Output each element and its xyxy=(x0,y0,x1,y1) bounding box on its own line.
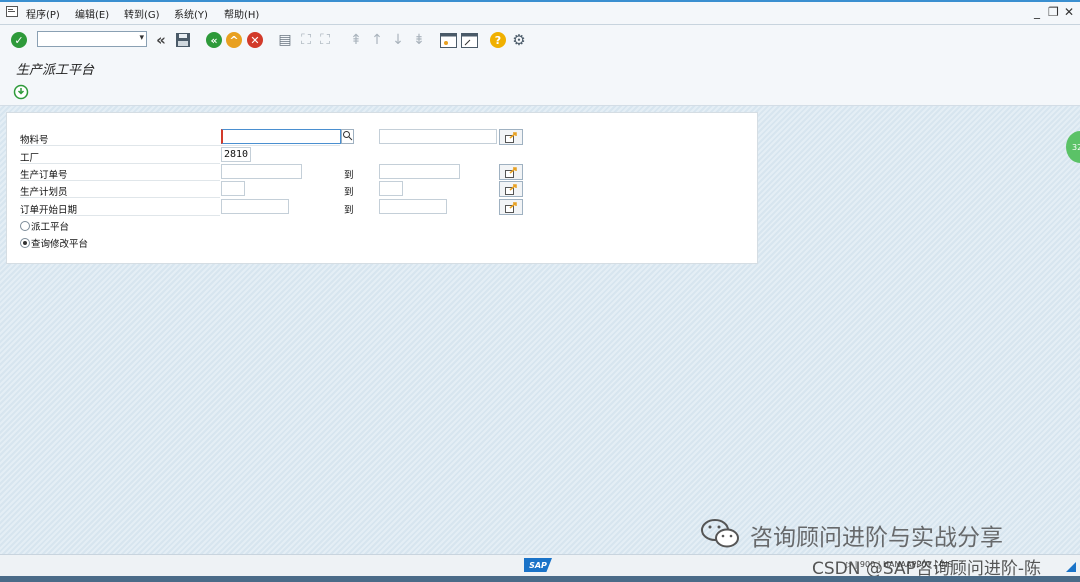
chevron-down-icon[interactable]: ▾ xyxy=(139,33,144,43)
floating-badge-count: 32 xyxy=(1072,142,1080,152)
start-date-from-input[interactable] xyxy=(221,199,289,214)
print-icon[interactable]: ▤ xyxy=(276,31,294,49)
settings-icon[interactable]: ⚙ xyxy=(510,31,528,49)
order-to-input[interactable] xyxy=(379,164,460,179)
order-label: 生产订单号 xyxy=(20,170,68,181)
query-platform-label: 查询修改平台 xyxy=(31,239,89,250)
watermark-text: 咨询顾问进阶与实战分享 xyxy=(750,525,1003,551)
prev-page-icon[interactable]: ↑ xyxy=(368,31,386,49)
row-divider xyxy=(20,145,340,146)
restore-icon[interactable]: ❐ xyxy=(1048,5,1059,19)
material-to-input[interactable] xyxy=(379,129,497,144)
content-area: 物料号 工厂 2810 生产订单号 到 生产计划员 到 订单开始日期 到 派工平… xyxy=(0,106,1080,554)
command-field[interactable]: ▾ xyxy=(37,31,147,47)
start-date-multiple-selection-button[interactable] xyxy=(499,199,523,215)
material-label: 物料号 xyxy=(20,135,49,146)
save-icon xyxy=(176,33,190,47)
start-date-to-label: 到 xyxy=(344,205,354,216)
query-platform-radio[interactable] xyxy=(20,238,30,248)
exit-button[interactable]: ^ xyxy=(225,31,243,49)
row-divider xyxy=(20,163,220,164)
os-taskbar xyxy=(0,576,1080,582)
multiple-selection-icon xyxy=(504,201,517,213)
back-double-icon[interactable]: « xyxy=(152,31,170,49)
shortcut-icon[interactable] xyxy=(460,31,478,49)
next-page-icon[interactable]: ↓ xyxy=(389,31,407,49)
last-page-icon[interactable]: ⇟ xyxy=(410,31,428,49)
planner-to-input[interactable] xyxy=(379,181,403,196)
sap-logo: SAP xyxy=(524,558,552,572)
window-menu-icon[interactable] xyxy=(6,6,18,17)
start-date-to-input[interactable] xyxy=(379,199,447,214)
material-multiple-selection-button[interactable] xyxy=(499,129,523,145)
find-next-icon[interactable]: ⛶ xyxy=(316,31,334,49)
cancel-button[interactable]: ✕ xyxy=(246,31,264,49)
exit-icon: ^ xyxy=(226,32,242,48)
minimize-icon[interactable]: _ xyxy=(1034,5,1040,19)
find-icon[interactable]: ⛶ xyxy=(297,31,315,49)
help-button[interactable]: ? xyxy=(489,31,507,49)
enter-button[interactable]: ✓ xyxy=(10,31,28,49)
new-session-icon[interactable] xyxy=(439,31,457,49)
check-icon: ✓ xyxy=(11,32,27,48)
planner-label: 生产计划员 xyxy=(20,187,68,198)
search-icon xyxy=(343,131,353,141)
planner-multiple-selection-button[interactable] xyxy=(499,181,523,197)
order-from-input[interactable] xyxy=(221,164,302,179)
planner-from-input[interactable] xyxy=(221,181,245,196)
close-icon[interactable]: ✕ xyxy=(1064,5,1074,19)
resize-grip-icon[interactable] xyxy=(1066,562,1076,572)
execute-icon[interactable] xyxy=(13,84,29,100)
save-button[interactable] xyxy=(174,31,192,49)
first-page-icon[interactable]: ⇞ xyxy=(347,31,365,49)
menu-program[interactable]: 程序(P) xyxy=(26,6,60,21)
planner-to-label: 到 xyxy=(344,187,354,198)
multiple-selection-icon xyxy=(504,131,517,143)
wechat-icon xyxy=(701,519,739,548)
search-help-button[interactable] xyxy=(341,129,354,144)
title-bar: 生产派工平台 xyxy=(0,55,1080,81)
selection-screen: 物料号 工厂 2810 生产订单号 到 生产计划员 到 订单开始日期 到 派工平… xyxy=(6,112,758,264)
standard-toolbar: ✓ ▾ « « ^ ✕ ▤ ⛶ ⛶ ⇞ ↑ ↓ ⇟ ? ⚙ xyxy=(0,25,1080,56)
multiple-selection-icon xyxy=(504,183,517,195)
material-from-input[interactable] xyxy=(221,129,341,144)
back-button[interactable]: « xyxy=(205,31,223,49)
help-icon: ? xyxy=(490,32,506,48)
menu-goto[interactable]: 转到(G) xyxy=(124,6,160,21)
application-toolbar xyxy=(0,80,1080,106)
cancel-icon: ✕ xyxy=(247,32,263,48)
menu-edit[interactable]: 编辑(E) xyxy=(75,6,109,21)
dispatch-platform-label: 派工平台 xyxy=(31,222,70,233)
menu-system[interactable]: 系统(Y) xyxy=(174,6,208,21)
page-title: 生产派工平台 xyxy=(16,63,95,78)
order-multiple-selection-button[interactable] xyxy=(499,164,523,180)
dispatch-platform-radio[interactable] xyxy=(20,221,30,231)
start-date-label: 订单开始日期 xyxy=(20,205,78,216)
menu-help[interactable]: 帮助(H) xyxy=(224,6,259,21)
plant-input[interactable]: 2810 xyxy=(221,147,251,162)
multiple-selection-icon xyxy=(504,166,517,178)
menu-bar: 程序(P) 编辑(E) 转到(G) 系统(Y) 帮助(H) _ ❐ ✕ xyxy=(0,2,1080,25)
plant-label: 工厂 xyxy=(20,153,40,164)
order-to-label: 到 xyxy=(344,170,354,181)
back-icon: « xyxy=(206,32,222,48)
